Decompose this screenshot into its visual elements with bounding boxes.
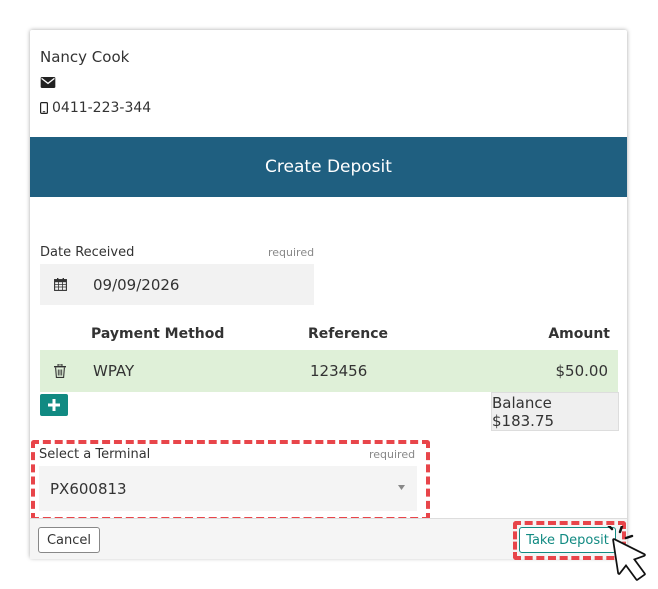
dialog-header: Create Deposit: [30, 137, 627, 197]
terminal-required-hint: required: [369, 448, 416, 461]
date-received-field[interactable]: 09/09/2026: [40, 264, 314, 305]
contact-name: Nancy Cook: [40, 48, 130, 66]
cancel-button-label: Cancel: [46, 532, 92, 548]
contact-phone: 0411-223-344: [40, 100, 151, 116]
take-deposit-button-label: Take Deposit: [526, 532, 609, 548]
pointer-cursor-icon: [607, 526, 646, 581]
date-received-label: Date Received: [40, 245, 135, 260]
cancel-button[interactable]: Cancel: [38, 527, 100, 553]
date-value: 09/09/2026: [93, 275, 180, 294]
deposit-dialog: Nancy Cook 0411-223-344 Create Deposit D…: [30, 30, 627, 560]
terminal-select[interactable]: PX600813: [39, 466, 417, 511]
trash-icon[interactable]: [54, 364, 66, 378]
date-required-hint: required: [268, 246, 315, 259]
column-header-amount: Amount: [548, 326, 610, 342]
terminal-selected-value: PX600813: [50, 479, 127, 498]
balance-display: Balance $183.75: [491, 392, 619, 431]
phone-number: 0411-223-344: [52, 100, 152, 116]
amount-cell: $50.00: [555, 362, 609, 380]
terminal-label: Select a Terminal: [39, 447, 151, 462]
payment-method-cell: WPAY: [93, 362, 135, 380]
add-payment-button[interactable]: [40, 394, 68, 416]
column-header-payment-method: Payment Method: [91, 326, 225, 342]
dialog-footer: Cancel Take Deposit: [30, 518, 627, 560]
envelope-icon: [40, 77, 56, 88]
reference-cell: 123456: [310, 362, 368, 380]
plus-icon: [48, 399, 60, 411]
calendar-icon: [54, 278, 67, 291]
column-header-reference: Reference: [308, 326, 389, 342]
balance-text: Balance $183.75: [492, 393, 555, 430]
payment-row: WPAY 123456 $50.00: [40, 350, 618, 392]
chevron-down-icon: [398, 485, 405, 490]
dialog-title: Create Deposit: [265, 157, 392, 177]
mobile-phone-icon: [40, 102, 48, 114]
